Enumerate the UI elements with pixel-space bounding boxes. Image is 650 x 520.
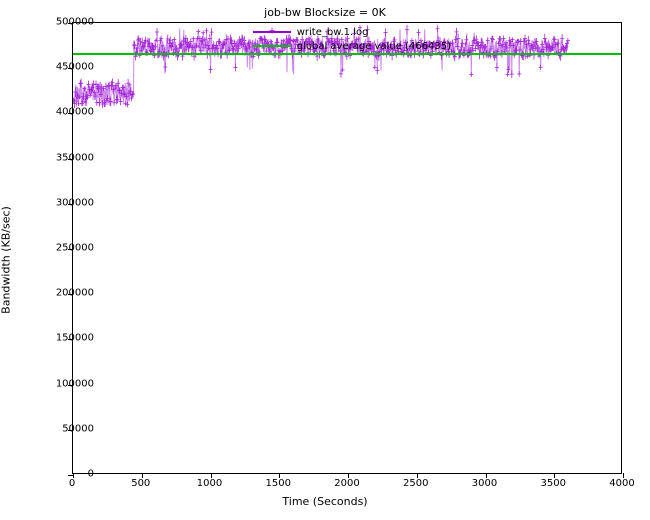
x-axis-title: Time (Seconds) (0, 495, 650, 508)
y-tick-label: 100000 (56, 378, 94, 389)
y-tick-label: 400000 (56, 107, 94, 118)
y-tick-label: 350000 (56, 152, 94, 163)
legend-row-average: global average value (466435) (253, 39, 451, 53)
x-tick-label: 3500 (541, 478, 566, 489)
y-tick-label: 500000 (56, 17, 94, 28)
x-tick-label: 3000 (472, 478, 497, 489)
y-tick-label: 200000 (56, 288, 94, 299)
y-tick-label: 250000 (56, 243, 94, 254)
y-tick-label: 0 (88, 469, 94, 480)
legend-swatch-series1: + (253, 27, 291, 37)
global-average-line (73, 53, 621, 55)
x-tick-label: 2500 (403, 478, 428, 489)
bandwidth-chart: job-bw Blocksize = 0K Bandwidth (KB/sec)… (0, 0, 650, 520)
series-line-write-bw (73, 23, 621, 473)
x-tick-label: 500 (131, 478, 150, 489)
plot-area: + write_bw.1.log global average value (4… (72, 22, 622, 474)
y-tick-label: 150000 (56, 333, 94, 344)
y-tick-label: 450000 (56, 62, 94, 73)
x-tick-label: 1500 (266, 478, 291, 489)
x-tick-label: 4000 (609, 478, 634, 489)
chart-title: job-bw Blocksize = 0K (0, 6, 650, 19)
y-tick-label: 300000 (56, 197, 94, 208)
legend-label-series1: write_bw.1.log (297, 27, 369, 38)
y-tick-label: 50000 (62, 423, 94, 434)
x-tick-label: 0 (69, 478, 75, 489)
legend-row-series1: + write_bw.1.log (253, 25, 451, 39)
legend-label-average: global average value (466435) (297, 41, 451, 52)
legend: + write_bw.1.log global average value (4… (253, 25, 451, 53)
legend-swatch-average (253, 41, 291, 51)
x-tick-label: 1000 (197, 478, 222, 489)
x-tick-label: 2000 (334, 478, 359, 489)
y-axis-title: Bandwidth (KB/sec) (0, 206, 13, 314)
